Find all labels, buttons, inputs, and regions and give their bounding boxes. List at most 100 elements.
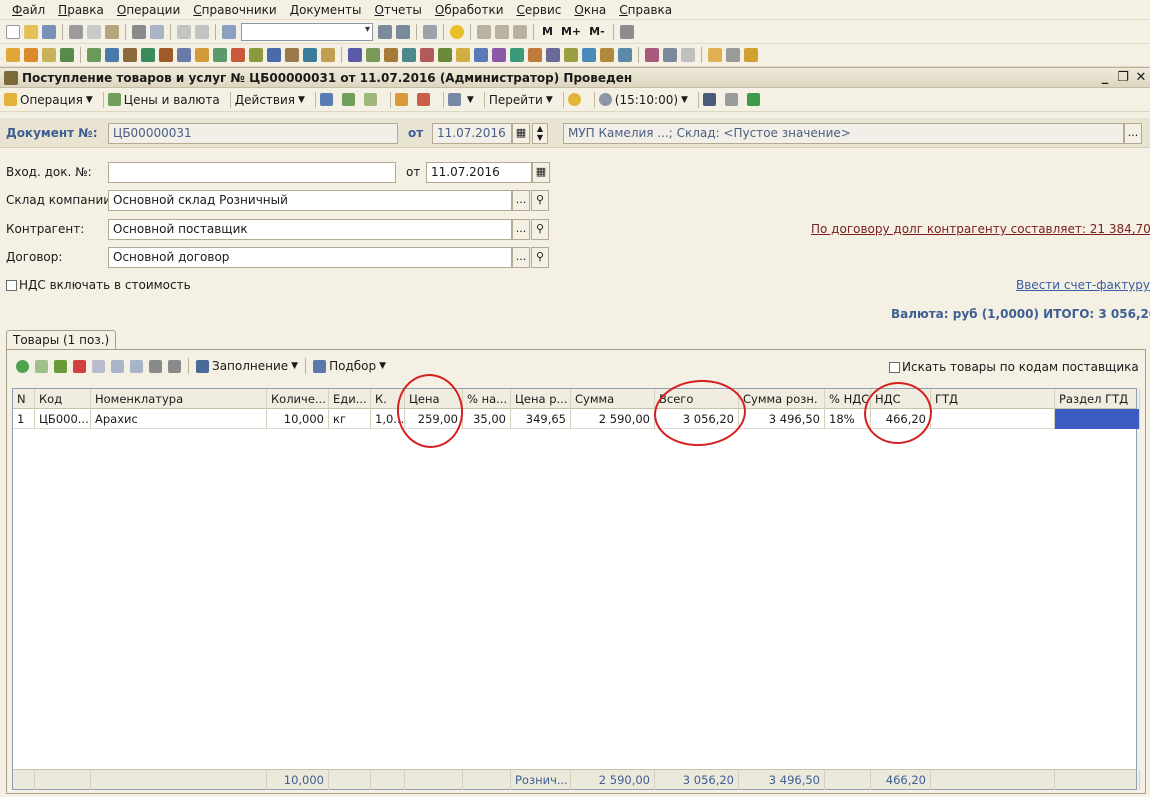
document-type-icon[interactable] xyxy=(681,48,695,62)
document-type-icon[interactable] xyxy=(564,48,578,62)
document-type-icon[interactable] xyxy=(348,48,362,62)
info-icon[interactable] xyxy=(450,24,464,39)
document-type-icon[interactable] xyxy=(582,48,596,62)
header-col-markup[interactable]: % на... xyxy=(463,389,511,409)
operation-menu-button[interactable]: Операция ▼ xyxy=(4,93,93,107)
header-col-vat[interactable]: НДС xyxy=(871,389,931,409)
cell-col-price[interactable]: 259,00 xyxy=(405,409,463,429)
cell-col-gtd-section[interactable] xyxy=(1055,409,1140,429)
document-type-icon[interactable] xyxy=(123,48,137,62)
header-col-gtd[interactable]: ГТД xyxy=(931,389,1055,409)
document-type-icon[interactable] xyxy=(285,48,299,62)
new-document-icon[interactable] xyxy=(6,24,20,39)
document-type-icon[interactable] xyxy=(231,48,245,62)
minimize-button[interactable]: _ xyxy=(1096,70,1114,85)
menu-processing[interactable]: Обработки xyxy=(435,3,504,17)
header-col-qty[interactable]: Количе... xyxy=(267,389,329,409)
menu-edit[interactable]: Правка xyxy=(58,3,104,17)
help-button[interactable] xyxy=(567,93,584,106)
document-type-icon[interactable] xyxy=(492,48,506,62)
cell-col-sum[interactable]: 2 590,00 xyxy=(571,409,655,429)
document-type-icon[interactable] xyxy=(618,48,632,62)
actions-menu-button[interactable]: Действия ▼ xyxy=(235,93,305,107)
menu-help[interactable]: Справка xyxy=(619,3,672,17)
post-button[interactable] xyxy=(341,93,358,106)
in-doc-number-input[interactable] xyxy=(108,162,396,183)
cell-col-n[interactable]: 1 xyxy=(13,409,35,429)
report-button[interactable] xyxy=(746,93,763,106)
document-type-icon[interactable] xyxy=(645,48,659,62)
document-type-icon[interactable] xyxy=(24,48,38,62)
document-type-icon[interactable] xyxy=(726,48,740,62)
document-type-icon[interactable] xyxy=(321,48,335,62)
structure-button[interactable] xyxy=(416,93,433,106)
paste-icon[interactable] xyxy=(105,24,119,39)
cell-col-qty[interactable]: 10,000 xyxy=(267,409,329,429)
document-type-icon[interactable] xyxy=(60,48,74,62)
print-menu-button[interactable]: ▼ xyxy=(447,93,474,106)
goods-table[interactable]: N Код Номенклатура Количе... Еди... К. Цена% н… xyxy=(12,388,1140,790)
undo-icon[interactable] xyxy=(177,24,191,39)
invoice-link[interactable]: Ввести счет-фактуру xyxy=(1016,278,1150,292)
memory-minus-button[interactable]: M- xyxy=(589,25,605,38)
cut-icon[interactable] xyxy=(69,24,83,39)
search-icon[interactable]: ⚲ xyxy=(531,190,549,211)
search-icon[interactable] xyxy=(222,24,236,39)
print-icon[interactable] xyxy=(132,24,146,39)
search-supplier-codes-checkbox[interactable] xyxy=(889,362,900,373)
document-type-icon[interactable] xyxy=(510,48,524,62)
document-type-icon[interactable] xyxy=(267,48,281,62)
header-col-total[interactable]: Всего xyxy=(655,389,739,409)
time-menu-button[interactable]: (15:10:00) ▼ xyxy=(598,93,688,107)
calendar-icon[interactable]: ▦ xyxy=(512,123,530,144)
document-type-icon[interactable] xyxy=(474,48,488,62)
calculator-icon[interactable] xyxy=(477,24,491,39)
move-up-icon[interactable] xyxy=(111,359,124,373)
search-combo-input[interactable] xyxy=(241,22,373,41)
document-type-icon[interactable] xyxy=(87,48,101,62)
header-col-item[interactable]: Номенклатура xyxy=(91,389,267,409)
based-on-button[interactable] xyxy=(394,93,411,106)
document-type-icon[interactable] xyxy=(402,48,416,62)
document-type-icon[interactable] xyxy=(744,48,758,62)
cell-col-vat[interactable]: 466,20 xyxy=(871,409,931,429)
tab-goods[interactable]: Товары (1 поз.) xyxy=(6,330,117,350)
date-spin-button[interactable]: ▲ ▼ xyxy=(532,123,548,144)
org-warehouse-field[interactable]: МУП Камелия ...; Склад: <Пустое значение… xyxy=(563,123,1124,144)
menu-operations[interactable]: Операции xyxy=(117,3,180,17)
document-type-icon[interactable] xyxy=(249,48,263,62)
memory-plus-button[interactable]: M+ xyxy=(561,25,581,38)
in-doc-date-input[interactable]: 11.07.2016 xyxy=(426,162,532,183)
restore-button[interactable]: ❐ xyxy=(1114,70,1132,85)
document-type-icon[interactable] xyxy=(708,48,722,62)
document-type-icon[interactable] xyxy=(42,48,56,62)
redo-icon[interactable] xyxy=(195,24,209,39)
menu-service[interactable]: Сервис xyxy=(517,3,562,17)
header-col-n[interactable]: N xyxy=(13,389,35,409)
select-menu-button[interactable]: Подбор xyxy=(329,359,376,373)
header-col-unit[interactable]: Еди... xyxy=(329,389,371,409)
cell-col-coef[interactable]: 1,0... xyxy=(371,409,405,429)
counterparty-input[interactable]: Основной поставщик xyxy=(108,219,512,240)
vat-include-checkbox[interactable] xyxy=(6,280,17,291)
edit-row-icon[interactable] xyxy=(54,359,67,373)
document-type-icon[interactable] xyxy=(384,48,398,62)
preview-icon[interactable] xyxy=(150,24,164,39)
warehouse-select-button[interactable]: ... xyxy=(512,190,530,211)
cell-col-vat-rate[interactable]: 18% xyxy=(825,409,871,429)
document-type-icon[interactable] xyxy=(528,48,542,62)
calendar-icon[interactable] xyxy=(495,24,509,39)
document-type-icon[interactable] xyxy=(600,48,614,62)
header-col-price[interactable]: Цена xyxy=(405,389,463,409)
copy-icon[interactable] xyxy=(87,24,101,39)
menu-windows[interactable]: Окна xyxy=(574,3,606,17)
open-folder-icon[interactable] xyxy=(24,24,38,39)
cell-col-unit[interactable]: кг xyxy=(329,409,371,429)
org-select-button[interactable]: ... xyxy=(1124,123,1142,144)
contract-input[interactable]: Основной договор xyxy=(108,247,512,268)
windows-icon[interactable] xyxy=(423,24,437,39)
document-type-icon[interactable] xyxy=(159,48,173,62)
document-type-icon[interactable] xyxy=(303,48,317,62)
menu-documents[interactable]: Документы xyxy=(290,3,362,17)
menu-reports[interactable]: Отчеты xyxy=(375,3,422,17)
